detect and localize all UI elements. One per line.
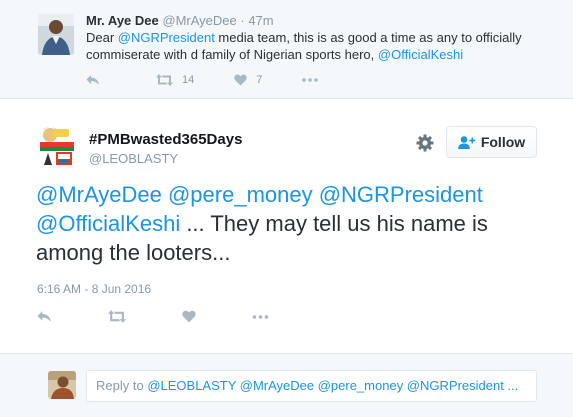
follow-person-icon: [457, 135, 476, 149]
previous-content-edge: [0, 0, 573, 8]
user-actions-gear-button[interactable]: [416, 134, 434, 152]
reply-icon: [37, 311, 51, 322]
parent-reply-button[interactable]: [86, 74, 100, 86]
more-icon: [302, 78, 319, 82]
follow-button-label: Follow: [480, 134, 526, 150]
more-icon: [252, 315, 269, 319]
mention-ngrpresident[interactable]: @NGRPresident: [118, 30, 215, 45]
parent-tweet: Mr. Aye Dee @MrAyeDee · 47m Dear @NGRPre…: [0, 0, 573, 99]
reply-mentions: @LEOBLASTY @MrAyeDee @pere_money @NGRPre…: [147, 378, 519, 393]
main-more-button[interactable]: [252, 315, 269, 319]
parent-like-count: 7: [256, 74, 263, 86]
parent-tweet-header: Mr. Aye Dee @MrAyeDee · 47m: [86, 13, 274, 28]
parent-retweet-count: 14: [182, 74, 195, 86]
parent-text-before: Dear: [86, 30, 118, 45]
main-retweet-button[interactable]: [108, 310, 126, 323]
reply-area: Reply to @LEOBLASTY @MrAyeDee @pere_mone…: [0, 353, 573, 417]
main-tweet-text: @MrAyeDee @pere_money @NGRPresident @Off…: [36, 180, 546, 267]
parent-tweet-text: Dear @NGRPresident media team, this is a…: [86, 29, 546, 63]
parent-avatar[interactable]: [38, 14, 74, 55]
parent-retweet-button[interactable]: 14: [156, 74, 194, 86]
main-author-handle[interactable]: @LEOBLASTY: [89, 151, 178, 166]
parent-tweet-actions: 14 7: [86, 72, 319, 88]
parent-author-name[interactable]: Mr. Aye Dee: [86, 13, 159, 28]
parent-more-button[interactable]: [302, 78, 319, 82]
current-user-avatar: [48, 371, 76, 399]
reply-icon: [86, 75, 99, 85]
main-avatar[interactable]: [36, 125, 78, 167]
parent-author-handle[interactable]: @MrAyeDee: [162, 13, 236, 28]
parent-like-button[interactable]: 7: [234, 74, 262, 86]
heart-icon: [234, 74, 247, 86]
main-tweet-actions: [37, 310, 317, 326]
main-tweet-timestamp[interactable]: 6:16 AM - 8 Jun 2016: [37, 282, 151, 296]
gear-icon: [416, 134, 434, 152]
main-like-button[interactable]: [182, 310, 196, 323]
reply-input[interactable]: Reply to @LEOBLASTY @MrAyeDee @pere_mone…: [86, 370, 537, 402]
reply-prefix: Reply to: [96, 378, 148, 393]
parent-tweet-time[interactable]: · 47m: [240, 13, 273, 28]
retweet-icon: [156, 74, 173, 86]
follow-button[interactable]: Follow: [446, 126, 537, 158]
heart-icon: [182, 310, 196, 323]
mention-officialkeshi[interactable]: @OfficialKeshi: [378, 47, 463, 62]
main-author-name[interactable]: #PMBwasted365Days: [89, 131, 242, 148]
main-reply-button[interactable]: [37, 310, 52, 323]
retweet-icon: [108, 310, 126, 323]
